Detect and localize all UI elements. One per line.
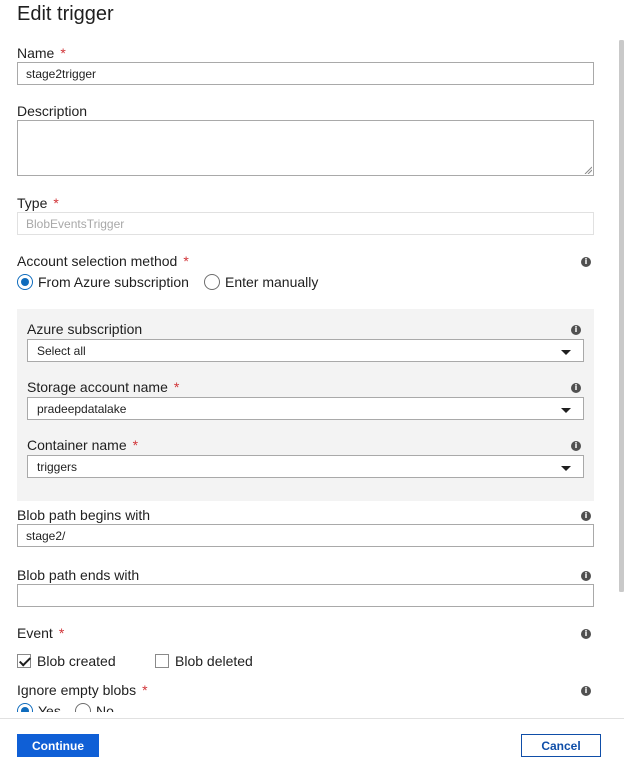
checkbox-blob-created[interactable]: Blob created	[17, 653, 116, 669]
radio-ignore-yes[interactable]: Yes	[17, 703, 61, 712]
description-textarea[interactable]	[17, 120, 594, 176]
info-icon[interactable]: i	[581, 571, 591, 581]
checkbox-unchecked-icon[interactable]	[155, 654, 169, 668]
radio-selected-icon[interactable]	[17, 274, 33, 290]
radio-label: Enter manually	[225, 274, 319, 290]
required-marker: *	[142, 682, 148, 698]
radio-from-azure[interactable]: From Azure subscription	[17, 274, 189, 290]
type-label: Type *	[17, 195, 59, 211]
name-value: stage2trigger	[26, 66, 97, 81]
azure-subscription-label: Azure subscription	[27, 321, 143, 337]
type-input: BlobEventsTrigger	[17, 212, 594, 235]
required-marker: *	[58, 625, 65, 641]
event-label: Event *	[17, 625, 65, 641]
container-label: Container name *	[27, 437, 139, 453]
info-icon[interactable]: i	[571, 325, 581, 335]
radio-ignore-no[interactable]: No	[75, 703, 114, 712]
storage-account-label: Storage account name *	[27, 379, 180, 395]
required-marker: *	[183, 253, 189, 269]
description-label: Description	[17, 103, 88, 119]
chevron-down-icon[interactable]	[561, 466, 571, 471]
blob-begins-label: Blob path begins with	[17, 507, 151, 523]
chevron-down-icon[interactable]	[561, 350, 571, 355]
info-icon[interactable]: i	[581, 257, 591, 267]
checkbox-label: Blob deleted	[175, 653, 253, 669]
info-icon[interactable]: i	[581, 511, 591, 521]
continue-button[interactable]: Continue	[17, 734, 99, 757]
radio-label: Yes	[38, 703, 61, 712]
required-marker: *	[132, 437, 139, 453]
checkbox-label: Blob created	[37, 653, 116, 669]
cancel-button[interactable]: Cancel	[521, 734, 601, 757]
select-value: pradeepdatalake	[37, 401, 127, 416]
ignore-empty-label: Ignore empty blobs *	[17, 682, 148, 698]
storage-account-select[interactable]: pradeepdatalake	[27, 397, 584, 420]
dialog-title: Edit trigger	[17, 3, 114, 25]
checkbox-blob-deleted[interactable]: Blob deleted	[155, 653, 253, 669]
blob-begins-value: stage2/	[26, 528, 66, 543]
radio-enter-manually[interactable]: Enter manually	[204, 274, 318, 290]
select-value: Select all	[37, 343, 86, 358]
name-label: Name *	[17, 45, 66, 61]
type-value: BlobEventsTrigger	[26, 216, 125, 231]
radio-selected-icon[interactable]	[17, 703, 33, 712]
radio-unselected-icon[interactable]	[204, 274, 220, 290]
info-icon[interactable]: i	[571, 441, 581, 451]
trigger-form: Edit trigger Name * stage2trigger Descrip…	[0, 0, 616, 712]
blob-ends-label: Blob path ends with	[17, 567, 140, 583]
radio-label: From Azure subscription	[38, 274, 189, 290]
required-marker: *	[173, 379, 180, 395]
required-marker: *	[53, 195, 59, 211]
info-icon[interactable]: i	[581, 629, 591, 639]
required-marker: *	[60, 45, 66, 61]
container-select[interactable]: triggers	[27, 455, 584, 478]
info-icon[interactable]: i	[581, 686, 591, 696]
blob-ends-input[interactable]	[17, 584, 594, 607]
radio-unselected-icon[interactable]	[75, 703, 91, 712]
select-value: triggers	[37, 459, 78, 474]
info-icon[interactable]: i	[571, 383, 581, 393]
chevron-down-icon[interactable]	[561, 408, 571, 413]
radio-label: No	[96, 703, 114, 712]
checkbox-checked-icon[interactable]	[17, 654, 31, 668]
scrollbar-thumb[interactable]	[619, 40, 624, 592]
azure-subscription-select[interactable]: Select all	[27, 339, 584, 362]
account-method-label: Account selection method *	[17, 253, 189, 269]
name-input[interactable]: stage2trigger	[17, 62, 594, 85]
resize-grip-icon[interactable]	[584, 166, 592, 174]
blob-begins-input[interactable]: stage2/	[17, 524, 594, 547]
